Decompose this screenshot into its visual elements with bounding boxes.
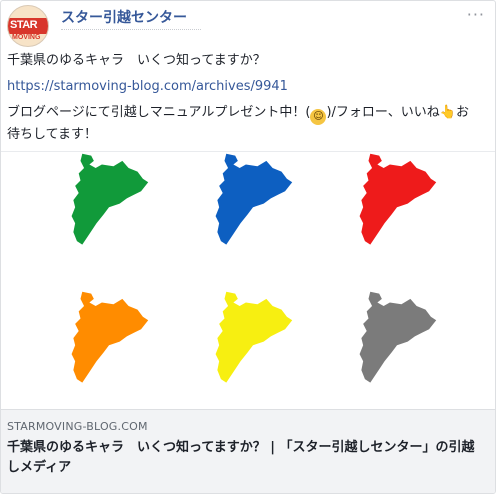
avatar-sub: MOVING (12, 34, 41, 41)
facebook-post-card: STAR MOVING スター引越センター ··· 千葉県のゆるキャラ いくつ知… (0, 0, 496, 494)
post-text: 千葉県のゆるキャラ いくつ知ってますか？ https://starmoving-… (7, 51, 485, 145)
post-image[interactable] (1, 151, 495, 410)
pointing-hand-icon: 👆 (439, 105, 456, 120)
post-text-segment: お (455, 105, 469, 120)
post-link[interactable]: https://starmoving-blog.com/archives/994… (7, 77, 485, 97)
preview-title[interactable]: 千葉県のゆるキャラ いくつ知ってますか？ | 「スター引越しセンター」の引越しメ… (7, 438, 485, 478)
post-text-segment: 待ちしてます！ (7, 127, 97, 142)
post-text-line: 千葉県のゆるキャラ いくつ知ってますか？ (7, 53, 266, 68)
post-text-segment: )/フォロー、いいね (326, 105, 440, 120)
chiba-map-blue (215, 153, 293, 245)
post-text-segment: ブログページにて引越しマニュアルプレゼント中！( (7, 105, 311, 120)
avatar[interactable]: STAR MOVING (7, 5, 49, 47)
post-text-line: ブログページにて引越しマニュアルプレゼント中！(☺)/フォロー、いいね👆お 待ち… (7, 103, 485, 145)
chiba-map-yellow (215, 291, 293, 383)
link-preview[interactable]: STARMOVING-BLOG.COM 千葉県のゆるキャラ いくつ知ってますか？… (1, 409, 495, 493)
page-name-link[interactable]: スター引越センター (61, 7, 187, 27)
more-dots-icon[interactable]: ··· (467, 5, 485, 24)
post-header: STAR MOVING スター引越センター ··· (7, 5, 489, 47)
smiling-face-icon: ☺ (310, 109, 327, 125)
post-meta (61, 29, 201, 34)
preview-domain: STARMOVING-BLOG.COM (7, 420, 148, 433)
chiba-map-green (71, 153, 149, 245)
chiba-map-orange (71, 291, 149, 383)
chiba-map-gray (359, 291, 437, 383)
chiba-map-red (359, 153, 437, 245)
avatar-mark: STAR (10, 19, 38, 31)
